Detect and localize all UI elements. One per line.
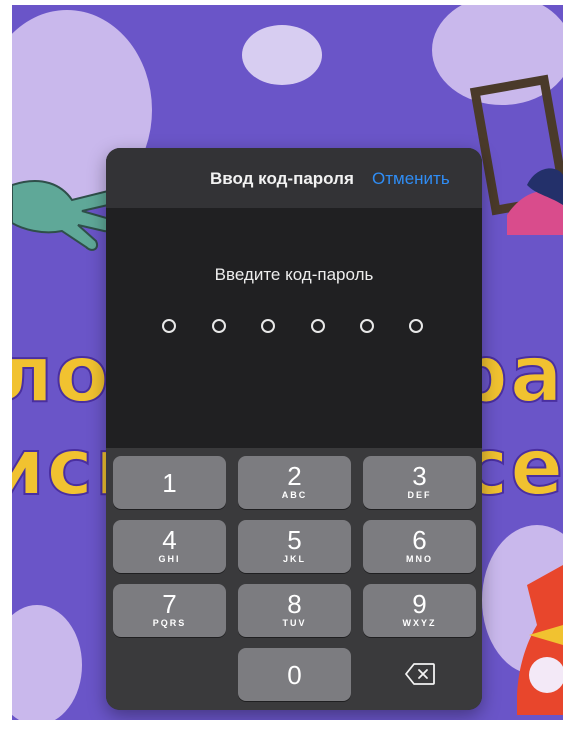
dialog-header: Ввод код-пароля Отменить bbox=[106, 148, 482, 208]
key-2[interactable]: 2 ABC bbox=[238, 456, 351, 509]
key-letters: MNO bbox=[406, 554, 433, 564]
key-digit: 5 bbox=[287, 525, 302, 555]
passcode-dot bbox=[409, 319, 423, 333]
passcode-dot bbox=[261, 319, 275, 333]
wallpaper-blob bbox=[242, 25, 322, 85]
key-digit: 9 bbox=[412, 589, 427, 619]
key-0[interactable]: 0 bbox=[238, 648, 351, 701]
key-digit: 3 bbox=[412, 461, 427, 491]
cancel-button[interactable]: Отменить bbox=[372, 169, 450, 189]
key-digit: 7 bbox=[162, 589, 177, 619]
clown-illustration bbox=[517, 565, 563, 715]
dialog-title: Ввод код-пароля bbox=[210, 169, 354, 188]
wallpaper-blob bbox=[12, 605, 82, 720]
screen: лож рас исп сер Ввод код-пароля Отменить… bbox=[12, 5, 563, 720]
key-letters: PQRS bbox=[152, 618, 187, 628]
passcode-dot bbox=[311, 319, 325, 333]
key-7[interactable]: 7 PQRS bbox=[113, 584, 226, 637]
key-digit: 4 bbox=[162, 525, 177, 555]
key-8[interactable]: 8 TUV bbox=[238, 584, 351, 637]
passcode-dialog: Ввод код-пароля Отменить Введите код-пар… bbox=[106, 148, 482, 710]
numeric-keypad: 1 2 ABC 3 DEF 4 GHI 5 JKL 6 MNO 7 PQRS 8… bbox=[106, 448, 482, 710]
key-digit: 1 bbox=[162, 468, 177, 498]
key-digit: 6 bbox=[412, 525, 427, 555]
key-1[interactable]: 1 bbox=[113, 456, 226, 509]
passcode-prompt: Введите код-пароль bbox=[214, 265, 374, 284]
key-4[interactable]: 4 GHI bbox=[113, 520, 226, 573]
key-9[interactable]: 9 WXYZ bbox=[363, 584, 476, 637]
key-letters: JKL bbox=[282, 554, 306, 564]
key-digit: 0 bbox=[287, 660, 302, 690]
key-letters: ABC bbox=[281, 490, 308, 500]
key-letters: TUV bbox=[282, 618, 307, 628]
key-3[interactable]: 3 DEF bbox=[363, 456, 476, 509]
key-letters: WXYZ bbox=[402, 618, 437, 628]
key-letters: GHI bbox=[158, 554, 181, 564]
delete-button[interactable] bbox=[363, 648, 476, 701]
key-digit: 8 bbox=[287, 589, 302, 619]
passcode-dot bbox=[360, 319, 374, 333]
key-letters: DEF bbox=[407, 490, 432, 500]
key-digit: 2 bbox=[287, 461, 302, 491]
key-6[interactable]: 6 MNO bbox=[363, 520, 476, 573]
passcode-dot bbox=[162, 319, 176, 333]
passcode-dot bbox=[212, 319, 226, 333]
key-5[interactable]: 5 JKL bbox=[238, 520, 351, 573]
backspace-icon bbox=[405, 663, 435, 685]
